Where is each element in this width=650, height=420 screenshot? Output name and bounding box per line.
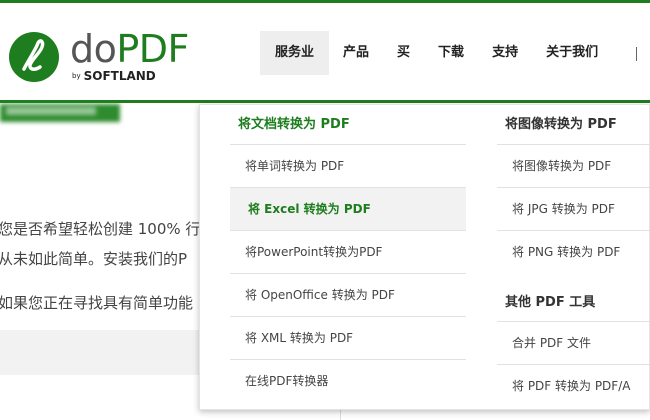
pen-circle-logo-icon [9, 32, 59, 82]
nav-item-support[interactable]: 支持 [478, 31, 532, 75]
image-conversion-heading[interactable]: 将图像转换为 PDF [497, 105, 650, 145]
menu-item-excel-to-pdf[interactable]: 将 Excel 转换为 PDF [230, 188, 466, 231]
header-divider [0, 100, 650, 103]
menu-item-powerpoint-to-pdf[interactable]: 将PowerPoint转换为PDF [230, 231, 466, 274]
blurred-breadcrumb [0, 104, 120, 122]
document-conversion-column: 将文档转换为 PDF 将单词转换为 PDF 将 Excel 转换为 PDF 将P… [230, 105, 466, 403]
brand-wordmark: doPDF [70, 27, 189, 71]
menu-item-word-to-pdf[interactable]: 将单词转换为 PDF [230, 145, 466, 188]
intro-text-line-2: 从未如此简单。安装我们的P [0, 250, 188, 268]
nav-item-products[interactable]: 产品 [329, 31, 383, 75]
document-conversion-heading[interactable]: 将文档转换为 PDF [230, 105, 466, 145]
nav-item-about[interactable]: 关于我们 [532, 31, 612, 75]
nav-item-services[interactable]: 服务业 [260, 31, 330, 75]
nav-item-download[interactable]: 下载 [424, 31, 478, 75]
menu-item-merge-pdf[interactable]: 合并 PDF 文件 [497, 322, 650, 365]
menu-item-xml-to-pdf[interactable]: 将 XML 转换为 PDF [230, 317, 466, 360]
menu-item-online-converter[interactable]: 在线PDF转换器 [230, 360, 466, 403]
menu-item-pdf-to-pdfa[interactable]: 将 PDF 转换为 PDF/A [497, 365, 650, 408]
brand-logo[interactable]: doPDF by SOFTLAND [8, 27, 189, 83]
other-tools-heading[interactable]: 其他 PDF 工具 [497, 284, 650, 322]
menu-item-openoffice-to-pdf[interactable]: 将 OpenOffice 转换为 PDF [230, 274, 466, 317]
nav-item-buy[interactable]: 买 [383, 31, 424, 75]
image-conversion-column: 将图像转换为 PDF 将图像转换为 PDF 将 JPG 转换为 PDF 将 PN… [497, 105, 650, 408]
site-header: doPDF by SOFTLAND 服务业 产品 买 下载 支持 关于我们 [0, 3, 650, 103]
services-dropdown-menu: 将文档转换为 PDF 将单词转换为 PDF 将 Excel 转换为 PDF 将P… [199, 104, 650, 410]
menu-item-image-to-pdf[interactable]: 将图像转换为 PDF [497, 145, 650, 188]
brand-byline: by SOFTLAND [72, 69, 156, 83]
intro-text-line-1: 您是否希望轻松创建 100% 行 [0, 220, 201, 238]
nav-divider [636, 47, 637, 61]
menu-item-jpg-to-pdf[interactable]: 将 JPG 转换为 PDF [497, 188, 650, 231]
menu-item-png-to-pdf[interactable]: 将 PNG 转换为 PDF [497, 231, 650, 274]
content-panel [0, 330, 200, 375]
main-nav: 服务业 产品 买 下载 支持 关于我们 [260, 31, 612, 75]
intro-text-line-3: 如果您正在寻找具有简单功能 [0, 294, 194, 312]
